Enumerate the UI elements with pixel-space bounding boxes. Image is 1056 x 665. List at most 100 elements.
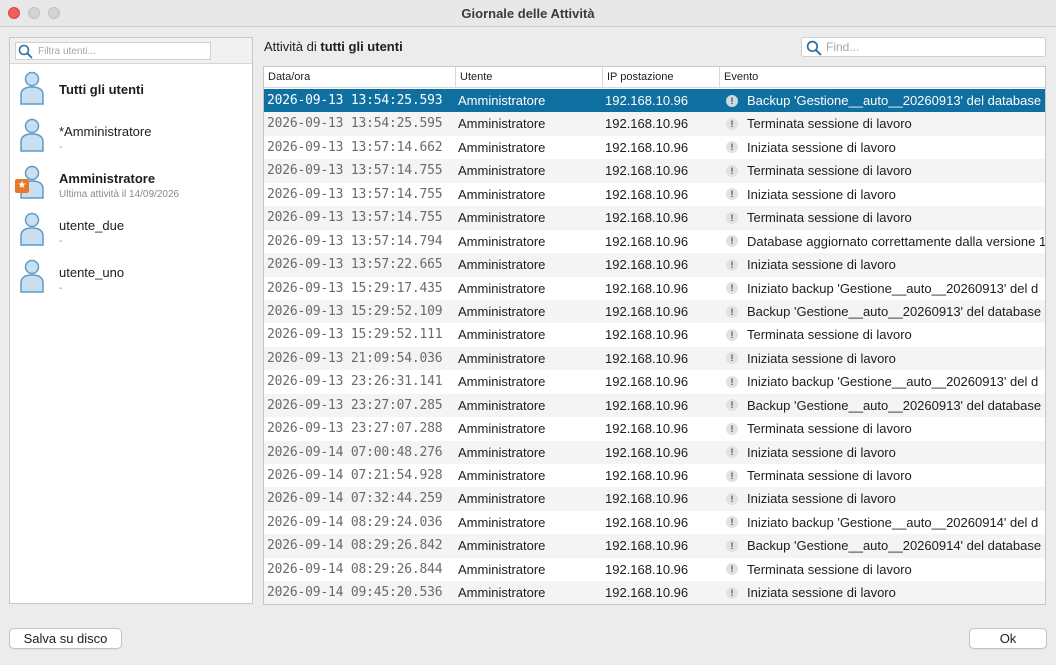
table-row[interactable]: 2026-09-13 23:27:07.285 Amministratore 192… xyxy=(264,393,1045,418)
event-info-icon: ! xyxy=(726,441,740,464)
table-row[interactable]: 2026-09-13 13:54:25.595 Amministratore 192… xyxy=(264,112,1045,136)
cell-ip: 192.168.10.96 xyxy=(605,421,689,437)
exclamation-icon: ! xyxy=(726,539,738,552)
event-info-icon: ! xyxy=(726,511,740,534)
user-name: Tutti gli utenti xyxy=(59,82,144,97)
table-row[interactable]: 2026-09-13 13:57:14.794 Amministratore 192… xyxy=(264,230,1045,253)
table-row[interactable]: 2026-09-14 08:29:24.036 Amministratore 192… xyxy=(264,511,1045,534)
cell-ip: 192.168.10.96 xyxy=(605,280,689,296)
exclamation-icon: ! xyxy=(726,422,738,435)
table-row[interactable]: 2026-09-14 09:45:20.536 Amministratore 192… xyxy=(264,581,1045,604)
table-row[interactable]: 2026-09-14 08:29:26.844 Amministratore 192… xyxy=(264,558,1045,581)
cell-ip: 192.168.10.96 xyxy=(605,397,689,413)
table-row[interactable]: 2026-09-14 07:32:44.259 Amministratore 192… xyxy=(264,487,1045,511)
table-row[interactable]: 2026-09-13 13:54:25.593 Amministratore 192… xyxy=(264,89,1045,113)
column-header-user[interactable]: Utente xyxy=(456,67,603,88)
event-info-icon: ! xyxy=(726,370,740,393)
table-row[interactable]: 2026-09-14 07:21:54.928 Amministratore 192… xyxy=(264,464,1045,487)
table-row[interactable]: 2026-09-13 23:26:31.141 Amministratore 192… xyxy=(264,370,1045,393)
cell-ip: 192.168.10.96 xyxy=(605,93,689,108)
heading-target: tutti gli utenti xyxy=(320,39,403,54)
cell-user: Amministratore xyxy=(458,327,546,343)
cell-user: Amministratore xyxy=(458,210,546,226)
event-info-icon: ! xyxy=(726,253,740,276)
cell-datetime: 2026-09-13 13:57:14.662 xyxy=(267,139,443,155)
table-row[interactable]: 2026-09-13 13:57:14.755 Amministratore 192… xyxy=(264,206,1045,230)
cell-ip: 192.168.10.96 xyxy=(605,350,689,366)
user-last-activity: - xyxy=(59,142,63,153)
exclamation-icon: ! xyxy=(726,399,738,412)
user-name: Amministratore xyxy=(59,171,156,186)
exclamation-icon: ! xyxy=(726,94,738,107)
cell-datetime: 2026-09-13 13:57:14.794 xyxy=(267,233,443,249)
column-header-ip[interactable]: IP postazione xyxy=(603,67,720,88)
cell-ip: 192.168.10.96 xyxy=(605,468,689,483)
cell-event: Terminata sessione di lavoro xyxy=(747,468,912,483)
cell-user: Amministratore xyxy=(458,186,546,202)
table-row[interactable]: 2026-09-13 15:29:52.109 Amministratore 192… xyxy=(264,299,1045,324)
table-row[interactable]: 2026-09-14 08:29:26.842 Amministratore 192… xyxy=(264,534,1045,558)
cell-ip: 192.168.10.96 xyxy=(605,561,689,577)
user-last-activity: - xyxy=(59,236,63,247)
table-row[interactable]: 2026-09-13 13:57:14.755 Amministratore 192… xyxy=(264,159,1045,183)
cell-user: Amministratore xyxy=(458,514,546,530)
user-list-item[interactable]: ★ Amministratore Ultima attività il 14/09/… xyxy=(10,159,252,206)
cell-ip: 192.168.10.96 xyxy=(605,491,689,507)
table-row[interactable]: 2026-09-13 15:29:17.435 Amministratore 192… xyxy=(264,277,1045,300)
table-row[interactable]: 2026-09-14 07:00:48.276 Amministratore 192… xyxy=(264,440,1045,464)
event-info-icon: ! xyxy=(726,206,740,229)
find-field[interactable] xyxy=(801,37,1046,57)
cell-event: Iniziato backup 'Gestione__auto__2026091… xyxy=(747,374,1039,390)
event-info-icon: ! xyxy=(726,394,740,417)
find-input[interactable] xyxy=(826,40,1036,54)
save-to-disk-button[interactable]: Salva su disco xyxy=(9,628,122,649)
cell-event: Terminata sessione di lavoro xyxy=(747,327,912,343)
user-name: utente_uno xyxy=(59,265,125,280)
exclamation-icon: ! xyxy=(726,516,738,529)
cell-user: Amministratore xyxy=(458,280,546,296)
cell-datetime: 2026-09-13 13:54:25.593 xyxy=(267,93,443,108)
cell-datetime: 2026-09-14 07:32:44.259 xyxy=(267,491,443,507)
cell-datetime: 2026-09-13 13:57:14.755 xyxy=(267,210,443,226)
cell-user: Amministratore xyxy=(458,93,546,108)
user-sidebar: Tutti gli utenti *Amministratore - ★ Amminis… xyxy=(9,37,253,604)
cell-ip: 192.168.10.96 xyxy=(605,514,689,530)
event-info-icon: ! xyxy=(726,487,740,510)
ok-button[interactable]: Ok xyxy=(969,628,1047,649)
filter-users-input[interactable] xyxy=(38,44,208,58)
cell-datetime: 2026-09-13 23:27:07.285 xyxy=(267,397,443,413)
cell-event: Iniziata sessione di lavoro xyxy=(747,491,896,507)
exclamation-icon: ! xyxy=(726,211,738,224)
cell-ip: 192.168.10.96 xyxy=(605,163,689,179)
table-row[interactable]: 2026-09-13 13:57:14.755 Amministratore 192… xyxy=(264,183,1045,206)
user-list-item[interactable]: utente_due - xyxy=(10,206,252,253)
cell-event: Iniziata sessione di lavoro xyxy=(747,139,896,155)
event-info-icon: ! xyxy=(726,464,740,487)
cell-datetime: 2026-09-14 08:29:24.036 xyxy=(267,514,443,530)
event-info-icon: ! xyxy=(726,230,740,253)
user-list-item[interactable]: *Amministratore - xyxy=(10,112,252,159)
cell-ip: 192.168.10.96 xyxy=(605,186,689,202)
user-list-item[interactable]: Tutti gli utenti xyxy=(10,65,252,112)
cell-user: Amministratore xyxy=(458,561,546,577)
filter-users-field[interactable] xyxy=(15,42,211,60)
table-row[interactable]: 2026-09-13 21:09:54.036 Amministratore 192… xyxy=(264,346,1045,371)
table-row[interactable]: 2026-09-13 13:57:22.665 Amministratore 192… xyxy=(264,253,1045,277)
user-avatar-icon xyxy=(18,118,46,152)
cell-ip: 192.168.10.96 xyxy=(605,327,689,343)
cell-user: Amministratore xyxy=(458,350,546,366)
cell-event: Backup 'Gestione__auto__20260913' del da… xyxy=(747,93,1042,108)
column-header-event[interactable]: Evento xyxy=(720,67,1045,88)
user-name: utente_due xyxy=(59,218,125,233)
table-row[interactable]: 2026-09-13 13:57:14.662 Amministratore 192… xyxy=(264,136,1045,159)
exclamation-icon: ! xyxy=(726,188,738,201)
column-header-datetime[interactable]: Data/ora xyxy=(264,67,456,88)
cell-ip: 192.168.10.96 xyxy=(605,585,689,601)
cell-user: Amministratore xyxy=(458,116,546,132)
table-row[interactable]: 2026-09-13 23:27:07.288 Amministratore 192… xyxy=(264,417,1045,440)
exclamation-icon: ! xyxy=(726,235,738,248)
cell-user: Amministratore xyxy=(458,585,546,601)
user-list-item[interactable]: utente_uno - xyxy=(10,253,252,300)
table-row[interactable]: 2026-09-13 15:29:52.111 Amministratore 192… xyxy=(264,323,1045,346)
exclamation-icon: ! xyxy=(726,352,738,365)
